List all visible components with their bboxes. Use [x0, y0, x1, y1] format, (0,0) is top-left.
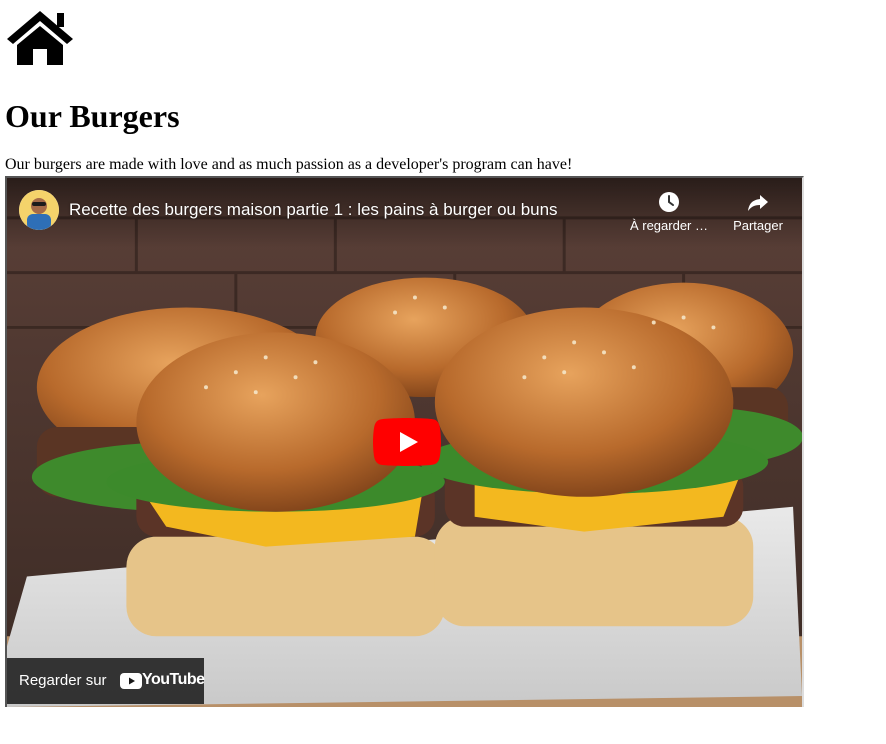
- share-button[interactable]: Partager: [713, 190, 802, 233]
- home-icon: [7, 11, 73, 65]
- home-link[interactable]: [5, 9, 75, 67]
- page-title: Our Burgers: [5, 98, 180, 134]
- youtube-logo-icon: [120, 673, 142, 689]
- youtube-wordmark: YouTube: [142, 671, 205, 688]
- play-icon[interactable]: [373, 418, 441, 466]
- watch-later-label: À regarder …: [629, 218, 709, 233]
- youtube-video-embed[interactable]: Recette des burgers maison partie 1 : le…: [5, 176, 804, 707]
- share-label: Partager: [733, 218, 783, 233]
- video-title[interactable]: Recette des burgers maison partie 1 : le…: [69, 200, 558, 220]
- watch-on-label: Regarder sur: [19, 672, 107, 689]
- watch-later-button[interactable]: À regarder …: [624, 190, 714, 233]
- channel-avatar[interactable]: [19, 190, 59, 230]
- clock-icon: [659, 192, 679, 212]
- watch-on-youtube-button[interactable]: Regarder sur YouTube: [7, 658, 205, 704]
- page-tagline: Our burgers are made with love and as mu…: [5, 156, 573, 173]
- share-arrow-icon: [748, 195, 768, 211]
